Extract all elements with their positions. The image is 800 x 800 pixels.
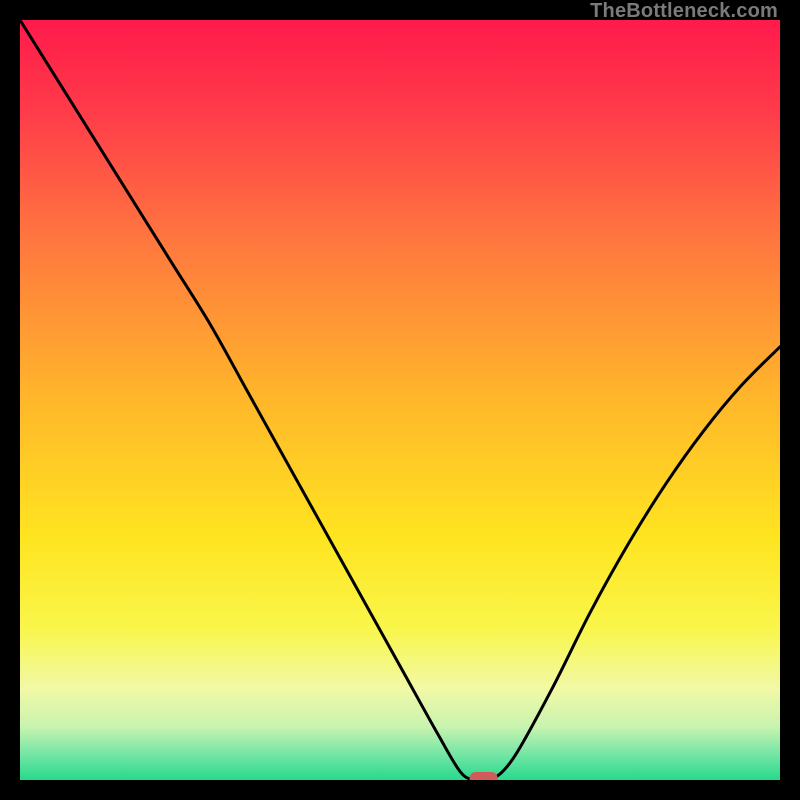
plot-area: [20, 20, 780, 780]
optimal-marker: [470, 772, 498, 780]
bottleneck-chart: [20, 20, 780, 780]
chart-frame: TheBottleneck.com: [0, 0, 800, 800]
